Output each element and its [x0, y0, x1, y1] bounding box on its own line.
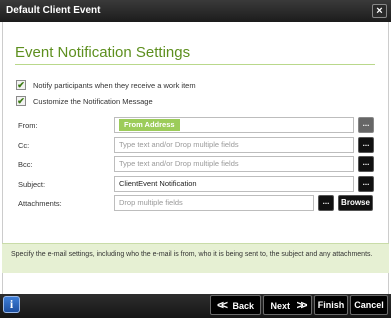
customize-message-label: Customize the Notification Message [33, 96, 153, 106]
window-titlebar: Default Client Event × [0, 0, 391, 22]
bcc-ellipsis-button[interactable]: ... [358, 156, 374, 172]
next-chevron-icon: >> [296, 298, 308, 312]
wizard-footer: i << Back Next >> Finish Cancel [0, 294, 391, 318]
customize-message-checkbox[interactable]: ✔ [16, 96, 26, 106]
help-text: Specify the e-mail settings, including w… [2, 243, 389, 273]
from-ellipsis-button[interactable]: ... [358, 117, 374, 133]
back-button-label: Back [232, 301, 255, 311]
back-button[interactable]: << Back [210, 295, 261, 315]
heading-divider [15, 64, 375, 65]
bcc-label: Bcc: [18, 160, 33, 169]
next-button[interactable]: Next >> [263, 295, 312, 315]
browse-button[interactable]: Browse [338, 195, 373, 211]
page-title: Event Notification Settings [15, 44, 191, 61]
window-title: Default Client Event [6, 5, 101, 16]
customize-message-row[interactable]: ✔ Customize the Notification Message [16, 95, 153, 107]
cc-label: Cc: [18, 141, 30, 150]
from-address-tag[interactable]: From Address [119, 119, 180, 131]
info-icon[interactable]: i [3, 296, 20, 313]
subject-label: Subject: [18, 180, 46, 189]
attachments-field[interactable]: Drop multiple fields [114, 195, 314, 211]
cancel-button[interactable]: Cancel [350, 295, 388, 315]
subject-field[interactable]: ClientEvent Notification [114, 176, 354, 192]
notify-participants-row[interactable]: ✔ Notify participants when they receive … [16, 79, 196, 91]
cc-field[interactable]: Type text and/or Drop multiple fields [114, 137, 354, 153]
notify-participants-checkbox[interactable]: ✔ [16, 80, 26, 90]
finish-button[interactable]: Finish [314, 295, 348, 315]
from-field[interactable]: From Address [114, 117, 354, 133]
attachments-label: Attachments: [18, 199, 62, 208]
notify-participants-label: Notify participants when they receive a … [33, 80, 196, 90]
from-label: From: [18, 121, 38, 130]
subject-ellipsis-button[interactable]: ... [358, 176, 374, 192]
cc-ellipsis-button[interactable]: ... [358, 137, 374, 153]
close-icon[interactable]: × [372, 4, 387, 18]
attachments-ellipsis-button[interactable]: ... [318, 195, 334, 211]
bcc-field[interactable]: Type text and/or Drop multiple fields [114, 156, 354, 172]
back-chevron-icon: << [216, 298, 228, 312]
next-button-label: Next [270, 301, 290, 311]
